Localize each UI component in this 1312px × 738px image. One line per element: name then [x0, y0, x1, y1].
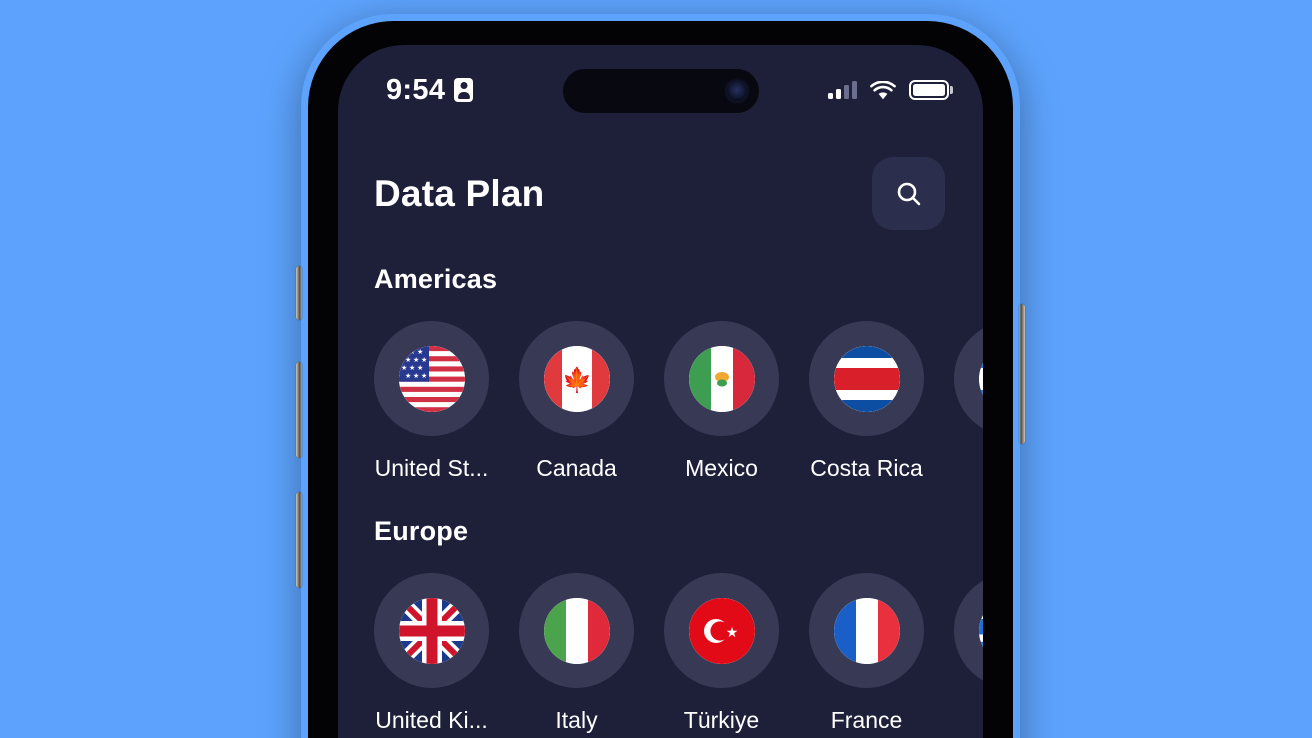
- svg-text:★: ★: [405, 372, 411, 380]
- country-item-greece[interactable]: G...: [954, 573, 983, 734]
- search-button[interactable]: [872, 157, 945, 230]
- status-bar-clock: 9:54: [386, 73, 446, 106]
- country-item-costa-rica[interactable]: Costa Rica: [809, 321, 924, 482]
- flag-avatar: [954, 321, 983, 436]
- screenshot-canvas: 9:54 Data Plan Americas ★ ★ ★ ★ ★ ★ ★ ★ …: [0, 0, 1312, 738]
- data-plan-screen: Data Plan Americas ★ ★ ★ ★ ★ ★ ★ ★ ★ ★ ★…: [338, 113, 983, 738]
- country-item-united-kingdom[interactable]: United Ki...: [374, 573, 489, 734]
- search-icon: [894, 179, 924, 209]
- status-bar-right: [828, 80, 949, 100]
- svg-text:🍁: 🍁: [562, 366, 592, 394]
- svg-text:★: ★: [417, 348, 423, 356]
- country-row-europe[interactable]: United Ki... Italy ★ Türkiye France: [338, 547, 983, 734]
- flag-mx-icon: [688, 345, 755, 412]
- flag-avatar: ★ ★ ★ ★ ★ ★ ★ ★ ★ ★ ★ ★: [374, 321, 489, 436]
- country-label: France: [830, 707, 903, 733]
- status-bar-left: 9:54: [386, 73, 474, 106]
- svg-text:★: ★: [405, 356, 411, 364]
- dynamic-island: [562, 69, 759, 113]
- battery-full-icon: [909, 80, 949, 100]
- flag-avatar: 🍁: [519, 321, 634, 436]
- flag-avatar: [519, 573, 634, 688]
- flag-fr-icon: [833, 597, 900, 664]
- action-button[interactable]: [296, 266, 302, 320]
- device-bezel: 9:54 Data Plan Americas ★ ★ ★ ★ ★ ★ ★ ★ …: [308, 21, 1013, 738]
- country-item-honduras[interactable]: Ho...: [954, 321, 983, 482]
- svg-text:★: ★: [401, 348, 407, 356]
- svg-text:★: ★: [421, 372, 427, 380]
- section-title-americas: Americas: [374, 264, 498, 294]
- country-label: Italy: [555, 707, 598, 733]
- page-title: Data Plan: [374, 172, 545, 214]
- svg-text:★: ★: [409, 364, 415, 372]
- flag-cr-icon: [833, 345, 900, 412]
- country-item-france[interactable]: France: [809, 573, 924, 734]
- flag-avatar: [809, 573, 924, 688]
- svg-text:★: ★: [725, 624, 738, 640]
- cellular-signal-icon: [828, 81, 857, 99]
- flag-avatar: [664, 321, 779, 436]
- volume-down-button[interactable]: [296, 492, 302, 588]
- wifi-icon: [870, 80, 896, 100]
- front-camera-icon: [726, 81, 747, 101]
- country-item-mexico[interactable]: Mexico: [664, 321, 779, 482]
- flag-gb-icon: [398, 597, 465, 664]
- country-label: United Ki...: [375, 707, 488, 733]
- country-item-canada[interactable]: 🍁 Canada: [519, 321, 634, 482]
- section-title-europe: Europe: [374, 516, 469, 546]
- svg-text:★: ★: [401, 364, 407, 372]
- svg-text:★: ★: [409, 348, 415, 356]
- volume-up-button[interactable]: [296, 362, 302, 458]
- country-item-united-states[interactable]: ★ ★ ★ ★ ★ ★ ★ ★ ★ ★ ★ ★ United St...: [374, 321, 489, 482]
- country-label: Mexico: [685, 455, 758, 481]
- country-label: Costa Rica: [810, 455, 923, 481]
- flag-tr-icon: ★: [688, 597, 755, 664]
- flag-avatar: [954, 573, 983, 688]
- flag-gr-icon: [978, 597, 983, 664]
- svg-text:★: ★: [413, 356, 419, 364]
- svg-text:★: ★: [417, 364, 423, 372]
- country-label: United St...: [374, 455, 489, 481]
- country-row-americas[interactable]: ★ ★ ★ ★ ★ ★ ★ ★ ★ ★ ★ ★ United St... 🍁 C…: [338, 295, 983, 482]
- svg-text:★: ★: [413, 372, 419, 380]
- flag-it-icon: [543, 597, 610, 664]
- flag-avatar: [374, 573, 489, 688]
- flag-hn-icon: [978, 345, 983, 412]
- section-europe: Europe United Ki... Italy ★ Türkiye Fran…: [338, 516, 983, 734]
- svg-text:★: ★: [421, 356, 427, 364]
- power-button[interactable]: [1019, 304, 1025, 444]
- country-item-turkiye[interactable]: ★ Türkiye: [664, 573, 779, 734]
- iphone-device-frame: 9:54 Data Plan Americas ★ ★ ★ ★ ★ ★ ★ ★ …: [296, 14, 1025, 738]
- personal-hotspot-icon: [454, 78, 474, 102]
- phone-screen: 9:54 Data Plan Americas ★ ★ ★ ★ ★ ★ ★ ★ …: [338, 45, 983, 738]
- app-header: Data Plan: [338, 113, 983, 230]
- section-americas: Americas ★ ★ ★ ★ ★ ★ ★ ★ ★ ★ ★ ★ United …: [338, 264, 983, 482]
- flag-avatar: [809, 321, 924, 436]
- country-label: Türkiye: [683, 707, 760, 733]
- flag-us-icon: ★ ★ ★ ★ ★ ★ ★ ★ ★ ★ ★ ★: [398, 345, 465, 412]
- country-label: Canada: [536, 455, 617, 481]
- country-item-italy[interactable]: Italy: [519, 573, 634, 734]
- flag-ca-icon: 🍁: [543, 345, 610, 412]
- flag-avatar: ★: [664, 573, 779, 688]
